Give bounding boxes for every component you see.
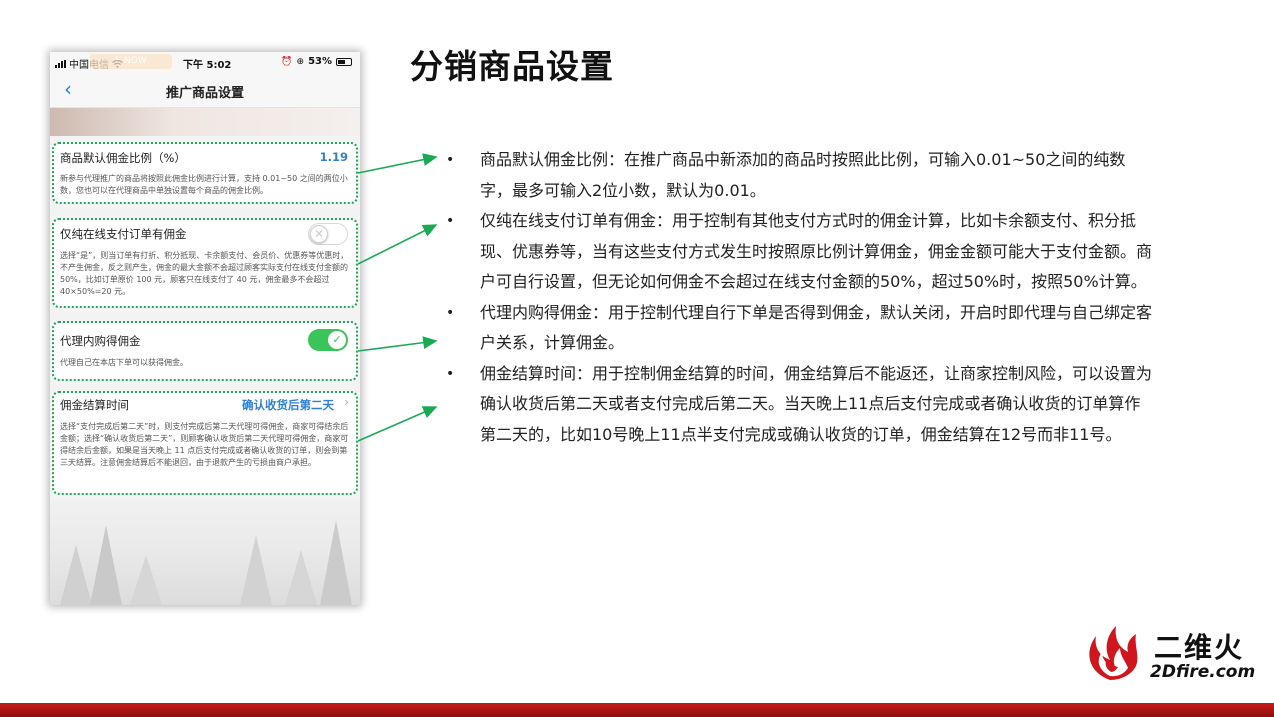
chevron-right-icon: › bbox=[344, 395, 349, 409]
rotation-lock-icon: ⊕ bbox=[296, 56, 305, 67]
card-description: 选择“支付完成后第二天”时，则支付完成后第二天代理可得佣金，商家可得结余后金额；… bbox=[60, 422, 349, 467]
alarm-icon: ⏰ bbox=[281, 56, 293, 67]
card-title: 代理内购得佣金 bbox=[60, 334, 141, 348]
arrow-2 bbox=[357, 224, 438, 265]
settlement-time-value[interactable]: 确认收货后第二天 bbox=[242, 397, 334, 413]
settlement-time-card[interactable]: 佣金结算时间 确认收货后第二天 › 选择“支付完成后第二天”时，则支付完成后第二… bbox=[52, 391, 358, 495]
card-description: 代理自己在本店下单可以获得佣金。 bbox=[60, 358, 188, 367]
nav-title: 推广商品设置 bbox=[165, 86, 244, 101]
nav-bar: ‹ 推广商品设置 bbox=[50, 72, 360, 108]
bullet-item: • 商品默认佣金比例：在推广商品中新添加的商品时按照此比例，可输入0.01~50之… bbox=[446, 150, 1126, 200]
feature-description-list: • 商品默认佣金比例：在推广商品中新添加的商品时按照此比例，可输入0.01~50之… bbox=[446, 145, 1156, 450]
self-purchase-commission-card: 代理内购得佣金 ✓ 代理自己在本店下单可以获得佣金。 bbox=[52, 321, 358, 381]
bullet-item: • 佣金结算时间：用于控制佣金结算的时间，佣金结算后不能返还，让商家控制风险，可以… bbox=[446, 363, 1153, 444]
battery-icon bbox=[336, 57, 352, 66]
card-description: 选择“是”，则当订单有打折、积分抵现、卡余额支付、会员价、优惠券等优惠时，不产生… bbox=[60, 251, 349, 296]
slide-title: 分销商品设置 bbox=[410, 47, 614, 86]
bullet-item: • 仅纯在线支付订单有佣金：用于控制有其他支付方式时的佣金计算，比如卡余额支付、积… bbox=[446, 211, 1153, 291]
card-description: 新参与代理推广的商品将按照此佣金比例进行计算，支持 0.01~50 之间的两位小… bbox=[60, 174, 348, 195]
arrow-4 bbox=[357, 406, 438, 442]
online-only-commission-card: 仅纯在线支付订单有佣金 ✕ 选择“是”，则当订单有打折、积分抵现、卡余额支付、会… bbox=[52, 218, 358, 308]
logo-text-cn: 二维火 bbox=[1154, 631, 1245, 664]
signal-icon bbox=[55, 59, 66, 68]
background-scenery bbox=[50, 500, 360, 605]
card-title: 商品默认佣金比例（%） bbox=[60, 151, 186, 165]
status-time: 下午 5:02 bbox=[183, 60, 232, 71]
card-title: 佣金结算时间 bbox=[60, 398, 129, 412]
card-title: 仅纯在线支付订单有佣金 bbox=[60, 227, 187, 241]
phone-screenshot: 中国电信 E NOW 下午 5:02 ⏰ ⊕ 53% ‹ 推广商品设置 商品默认… bbox=[50, 52, 360, 605]
close-icon: ✕ bbox=[310, 225, 328, 243]
hero-banner bbox=[50, 108, 360, 136]
arrow-1 bbox=[357, 153, 438, 174]
flame-logo-icon bbox=[1089, 626, 1138, 680]
default-commission-card[interactable]: 商品默认佣金比例（%） 1.19 新参与代理推广的商品将按照此佣金比例进行计算，… bbox=[52, 142, 358, 204]
bullet-item: • 代理内购得佣金：用于控制代理自行下单是否得到佣金，默认关闭，开启时即代理与自己… bbox=[446, 302, 1153, 353]
online-only-toggle[interactable]: ✕ bbox=[308, 223, 348, 245]
logo-text-en: 2Dfire.com bbox=[1150, 662, 1256, 682]
live-badge: E NOW bbox=[90, 54, 172, 69]
arrow-3 bbox=[357, 336, 438, 352]
brand-logo: 二维火 2Dfire.com bbox=[1080, 622, 1260, 682]
battery-percent: 53% bbox=[308, 56, 332, 67]
footer-brand-bar bbox=[0, 703, 1274, 717]
commission-rate-value[interactable]: 1.19 bbox=[320, 150, 348, 164]
check-icon: ✓ bbox=[328, 331, 346, 349]
status-bar: 中国电信 E NOW 下午 5:02 ⏰ ⊕ 53% bbox=[50, 52, 360, 72]
self-purchase-toggle[interactable]: ✓ bbox=[308, 329, 348, 351]
